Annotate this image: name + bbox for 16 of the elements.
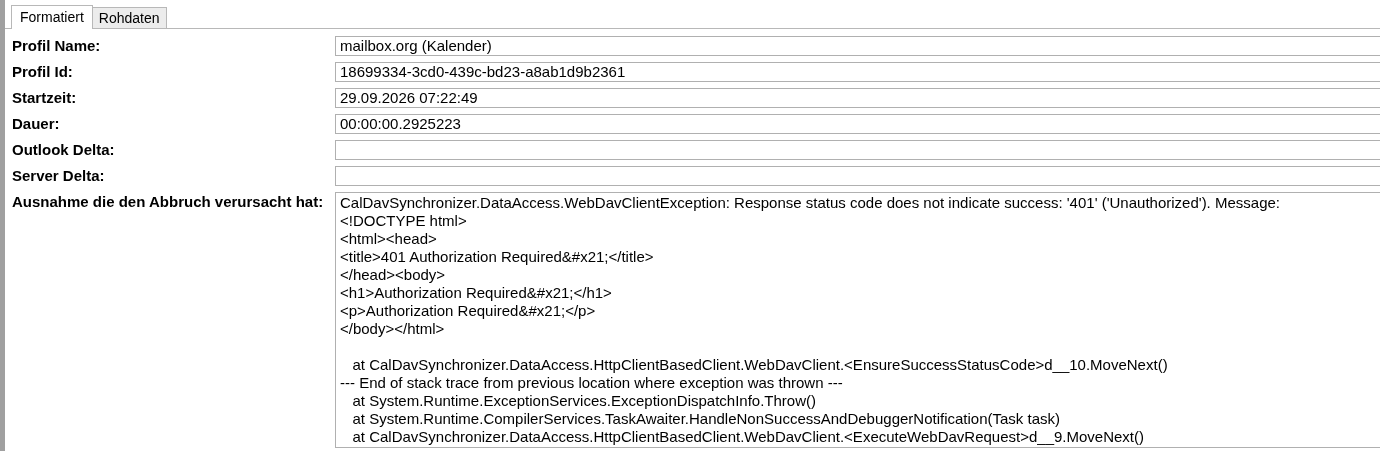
text-field[interactable] [335, 166, 1380, 186]
field-label: Server Delta: [12, 166, 106, 185]
text-field[interactable]: 29.09.2026 07:22:49 [335, 88, 1380, 108]
field-label: Ausnahme die den Abbruch verursacht hat: [12, 192, 325, 211]
exception-text-field[interactable]: CalDavSynchronizer.DataAccess.WebDavClientException: Response status code does not indicate success: '401' ('Unauthorized'). Message: <!DOCTYPE html> <html><head> <title>401 Authorization Required&#x21;</title> </head><body> <h1>Authorization Required&#x21;</h1> <p>Authorization Required&#x21;</p> </body></html> at CalDavSynchronizer.DataAccess.HttpClientBasedClient.WebDavClient.<EnsureSuccessStatusCode>d__10.MoveNext() --- End of stack trace from previous location where exception was thrown --- at System.Runtime.ExceptionServices.ExceptionDispatchInfo.Throw() at System.Runtime.CompilerServices.TaskAwaiter.HandleNonSuccessAndDebuggerNotification(Task task) at CalDavSynchronizer.DataAccess.HttpClientBasedClient.WebDavClient.<ExecuteWebDavRequest>d__9.MoveNext() [335, 192, 1380, 448]
text-field[interactable] [335, 140, 1380, 160]
field-label: Profil Name: [12, 36, 102, 55]
text-field[interactable]: 00:00:00.2925223 [335, 114, 1380, 134]
field-label: Profil Id: [12, 62, 74, 81]
tab[interactable]: Formatiert [11, 5, 93, 29]
text-field[interactable]: 18699334-3cd0-439c-bd23-a8ab1d9b2361 [335, 62, 1380, 82]
tab[interactable]: Rohdaten [91, 7, 167, 28]
field-label: Startzeit: [12, 88, 78, 107]
field-label: Outlook Delta: [12, 140, 116, 159]
field-label: Dauer: [12, 114, 61, 133]
text-field[interactable]: mailbox.org (Kalender) [335, 36, 1380, 56]
